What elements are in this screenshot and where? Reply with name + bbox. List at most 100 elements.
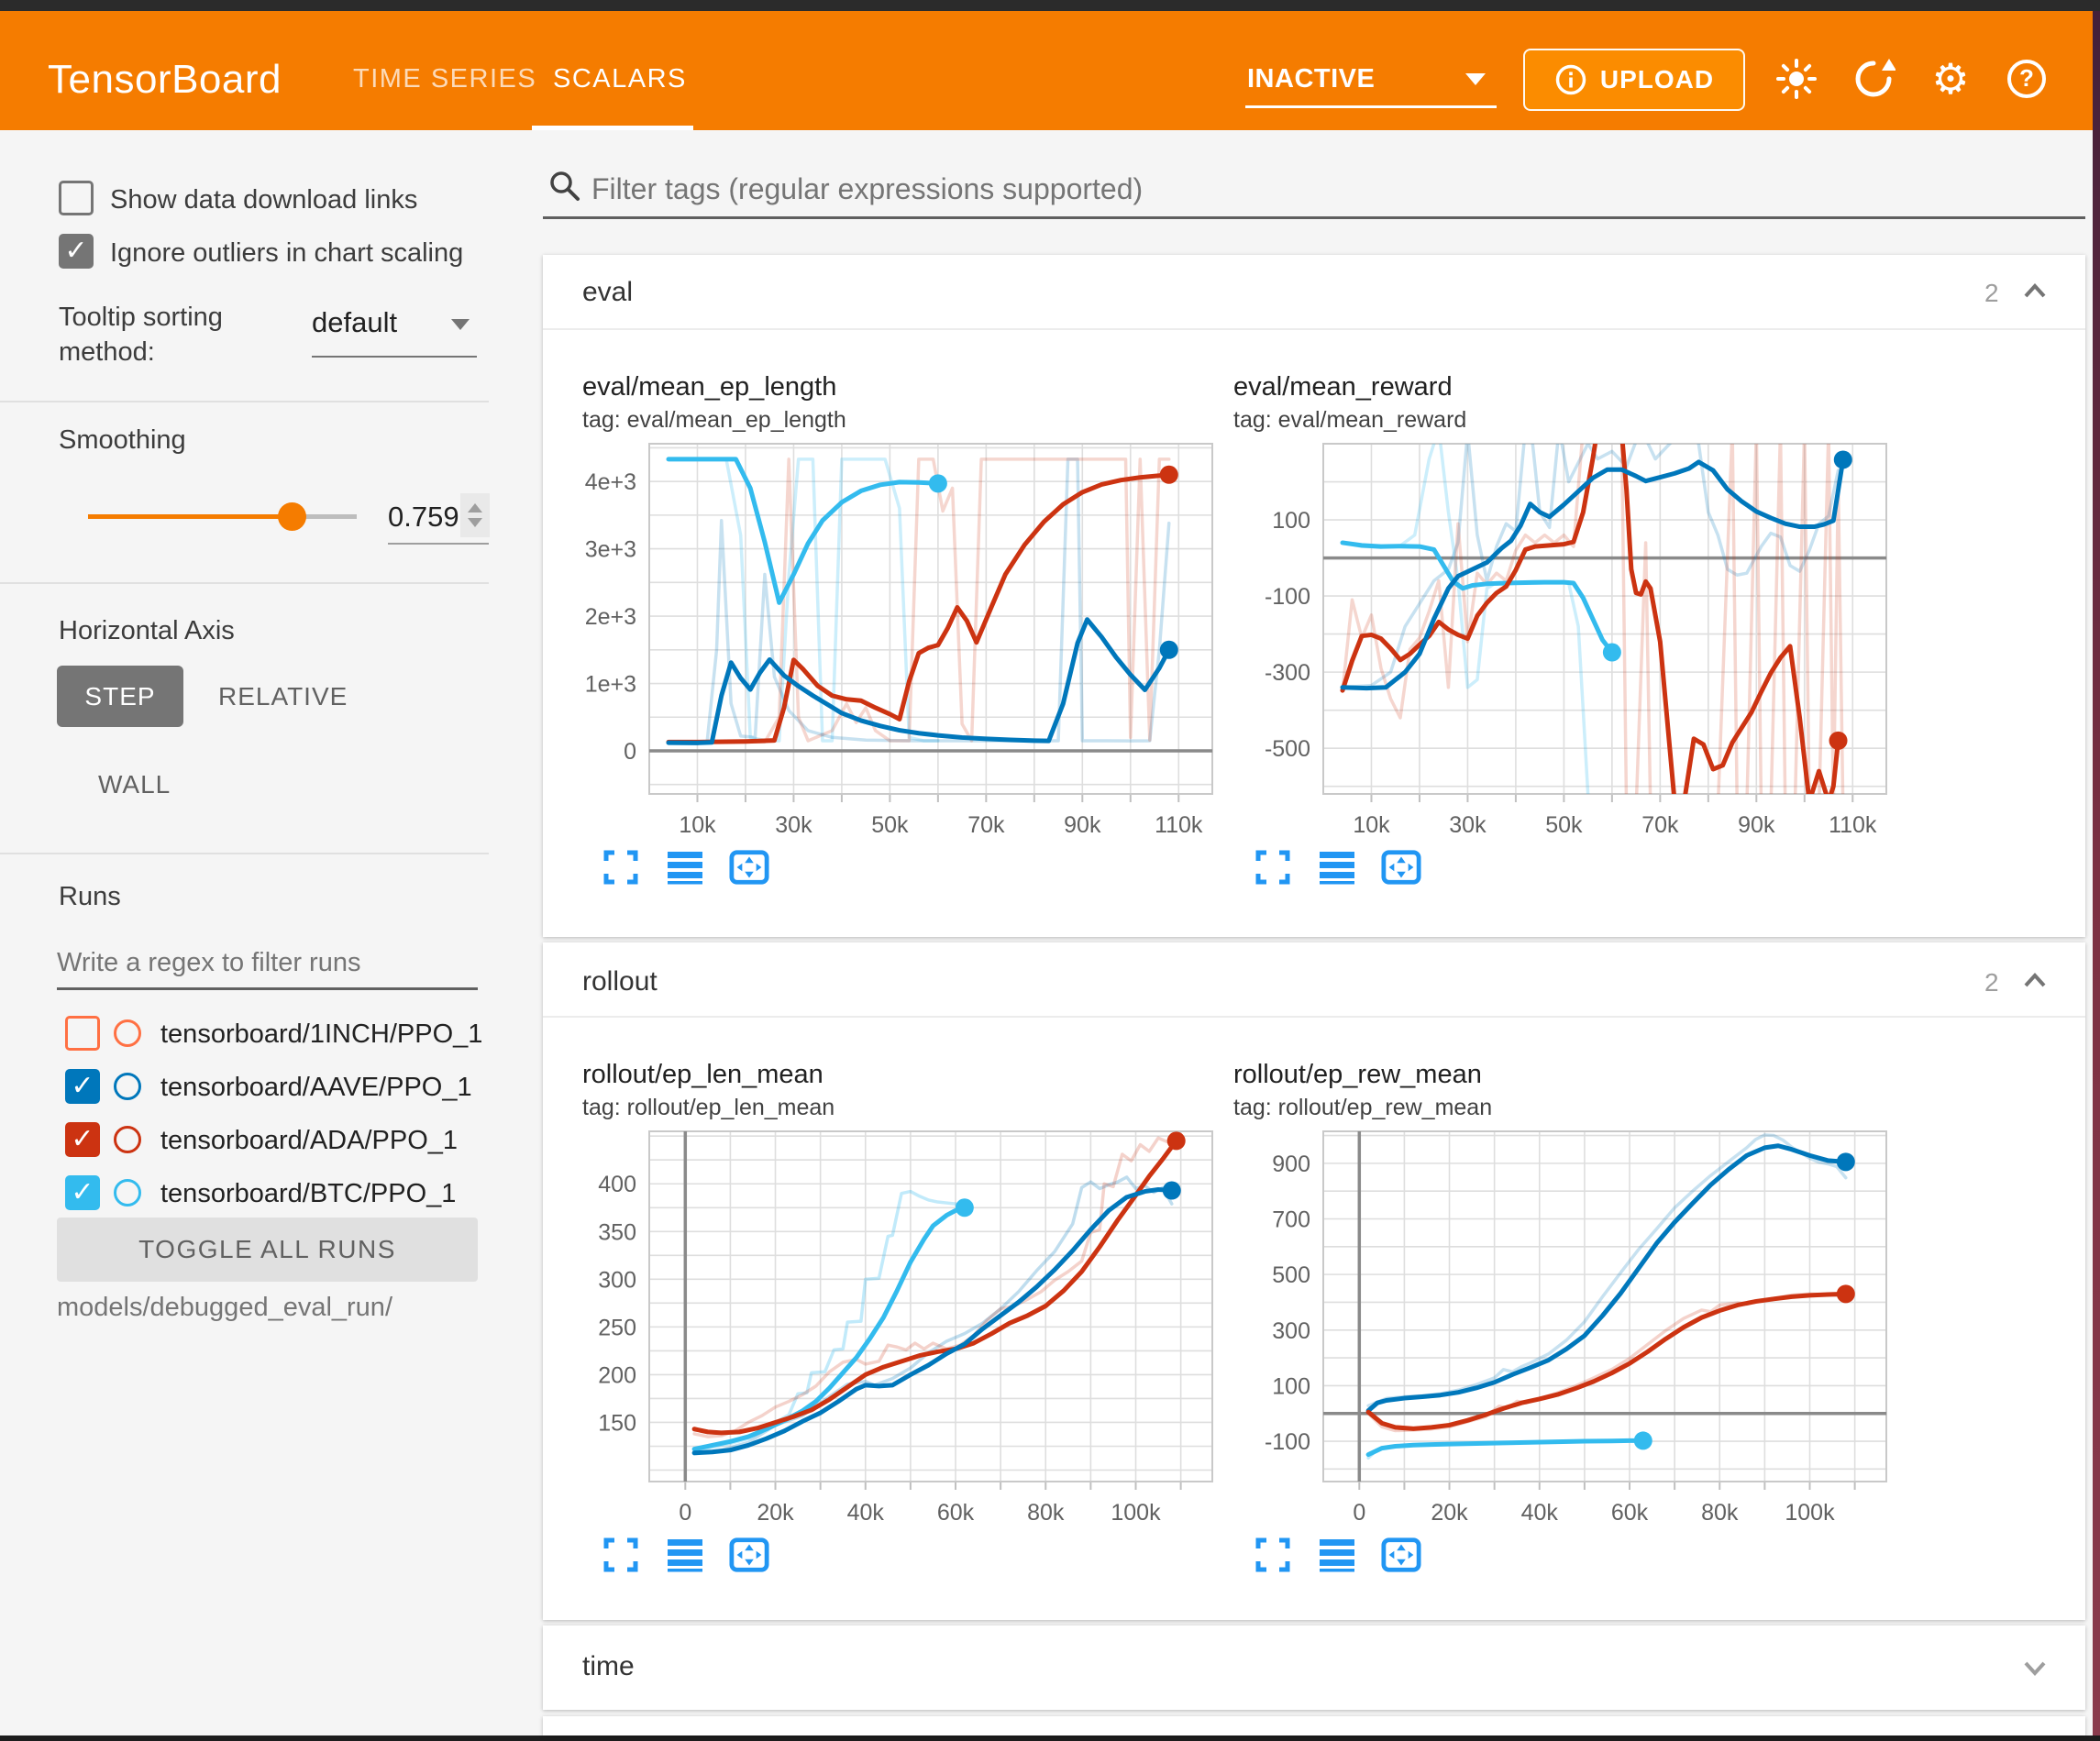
- runs-filter-underline: [57, 987, 478, 990]
- chart-title: eval/mean_reward: [1233, 372, 1453, 402]
- svg-text:-100: -100: [1265, 584, 1310, 610]
- svg-text:150: 150: [598, 1410, 636, 1436]
- chart-title: rollout/ep_rew_mean: [1233, 1060, 1482, 1090]
- window-top-border: [0, 0, 2100, 11]
- svg-text:90k: 90k: [1738, 812, 1775, 838]
- ignore-outliers-checkbox[interactable]: ✓: [59, 234, 94, 269]
- next-section-card-partial: [543, 1716, 2085, 1735]
- svg-text:700: 700: [1272, 1207, 1310, 1233]
- settings-sidebar: Show data download links ✓ Ignore outlie…: [0, 130, 495, 1735]
- upload-status-dropdown[interactable]: INACTIVE: [1247, 64, 1375, 94]
- fit-to-domain-icon[interactable]: [1381, 847, 1421, 887]
- tag-filter-underline: [543, 216, 2085, 219]
- run-checkbox-ada[interactable]: ✓: [65, 1122, 100, 1157]
- toggle-all-runs-button[interactable]: TOGGLE ALL RUNS: [57, 1218, 478, 1282]
- data-table-icon[interactable]: [665, 1535, 705, 1575]
- fullscreen-icon[interactable]: [601, 847, 641, 887]
- time-section-card: time: [543, 1625, 2085, 1710]
- run-color-swatch: [114, 1019, 141, 1047]
- refresh-icon[interactable]: [1851, 57, 1896, 101]
- data-table-icon[interactable]: [1317, 1535, 1357, 1575]
- fit-to-domain-icon[interactable]: [1381, 1535, 1421, 1575]
- chart-rollout-ep-rew-mean[interactable]: 020k40k60k80k100k-100100300500700900: [1236, 1124, 1900, 1543]
- tag-filter-input[interactable]: Filter tags (regular expressions support…: [591, 172, 1143, 206]
- run-checkbox-aave[interactable]: ✓: [65, 1069, 100, 1104]
- divider: [543, 328, 2085, 330]
- smoothing-value-stepper[interactable]: [460, 493, 490, 537]
- divider: [543, 1016, 2085, 1018]
- axis-relative-button[interactable]: RELATIVE: [218, 682, 348, 711]
- axis-wall-button[interactable]: WALL: [98, 770, 171, 799]
- chart-eval-mean-reward[interactable]: 10k30k50k70k90k110k100-100-300-500: [1236, 436, 1900, 855]
- svg-text:3e+3: 3e+3: [585, 537, 636, 563]
- svg-text:250: 250: [598, 1315, 636, 1340]
- svg-text:50k: 50k: [871, 812, 909, 838]
- svg-text:100k: 100k: [1111, 1500, 1161, 1526]
- brightness-icon[interactable]: [1774, 57, 1818, 101]
- select-underline: [312, 356, 477, 358]
- run-checkbox-1inch[interactable]: [65, 1016, 100, 1051]
- fit-to-domain-icon[interactable]: [729, 1535, 769, 1575]
- eval-section-title: eval: [582, 277, 633, 308]
- divider: [0, 582, 489, 584]
- help-icon[interactable]: ?: [2005, 57, 2049, 101]
- active-tab-indicator: [532, 126, 693, 130]
- collapse-chevron-up-icon[interactable]: [2015, 961, 2055, 1001]
- chart-tag: tag: eval/mean_ep_length: [582, 407, 846, 434]
- svg-text:40k: 40k: [1521, 1500, 1559, 1526]
- chevron-down-icon[interactable]: [1465, 73, 1486, 85]
- svg-text:200: 200: [598, 1362, 636, 1388]
- status-underline: [1245, 105, 1497, 108]
- svg-text:10k: 10k: [679, 812, 716, 838]
- run-label: tensorboard/BTC/PPO_1: [160, 1179, 456, 1209]
- smoothing-slider-handle[interactable]: [278, 502, 306, 531]
- chart-tag: tag: eval/mean_reward: [1233, 407, 1466, 434]
- run-color-swatch: [114, 1179, 141, 1207]
- upload-button-label: UPLOAD: [1600, 65, 1714, 94]
- smoothing-label: Smoothing: [59, 425, 186, 456]
- chart-tag: tag: rollout/ep_rew_mean: [1233, 1095, 1492, 1121]
- show-download-links-checkbox[interactable]: [59, 181, 94, 215]
- data-table-icon[interactable]: [665, 847, 705, 887]
- run-checkbox-btc[interactable]: ✓: [65, 1175, 100, 1210]
- eval-section-card: eval 2 eval/mean_ep_length tag: eval/mea…: [543, 255, 2085, 937]
- svg-text:70k: 70k: [1641, 812, 1679, 838]
- svg-text:20k: 20k: [757, 1500, 794, 1526]
- fullscreen-icon[interactable]: [1253, 847, 1293, 887]
- fit-to-domain-icon[interactable]: [729, 847, 769, 887]
- svg-text:500: 500: [1272, 1262, 1310, 1288]
- tooltip-sorting-label-line1: Tooltip sorting: [59, 303, 223, 333]
- run-label: tensorboard/ADA/PPO_1: [160, 1126, 458, 1156]
- runs-title: Runs: [59, 882, 121, 912]
- svg-text:80k: 80k: [1701, 1500, 1739, 1526]
- svg-text:4e+3: 4e+3: [585, 469, 636, 495]
- stepper-down-icon[interactable]: [468, 518, 482, 527]
- stepper-up-icon[interactable]: [468, 503, 482, 512]
- fullscreen-icon[interactable]: [1253, 1535, 1293, 1575]
- tab-time-series[interactable]: TIME SERIES: [353, 64, 536, 94]
- collapse-chevron-up-icon[interactable]: [2015, 271, 2055, 312]
- axis-step-button[interactable]: STEP: [57, 666, 183, 727]
- data-table-icon[interactable]: [1317, 847, 1357, 887]
- runs-filter-input[interactable]: Write a regex to filter runs: [57, 948, 360, 978]
- rollout-section-title: rollout: [582, 966, 658, 997]
- info-icon: [1554, 63, 1587, 96]
- expand-chevron-down-icon[interactable]: [2015, 1647, 2055, 1688]
- tooltip-sorting-select[interactable]: default: [312, 306, 397, 339]
- svg-text:2e+3: 2e+3: [585, 604, 636, 630]
- gear-icon[interactable]: ⚙: [1929, 57, 1973, 101]
- svg-text:50k: 50k: [1545, 812, 1583, 838]
- upload-button[interactable]: UPLOAD: [1523, 49, 1745, 111]
- svg-text:80k: 80k: [1027, 1500, 1065, 1526]
- tab-scalars[interactable]: SCALARS: [553, 64, 687, 94]
- svg-text:900: 900: [1272, 1151, 1310, 1177]
- chevron-down-icon[interactable]: [451, 319, 470, 330]
- svg-text:300: 300: [598, 1267, 636, 1293]
- fullscreen-icon[interactable]: [601, 1535, 641, 1575]
- chart-rollout-ep-len-mean[interactable]: 020k40k60k80k100k150200250300350400: [562, 1124, 1226, 1543]
- svg-text:0: 0: [624, 739, 636, 765]
- svg-text:0: 0: [1353, 1500, 1365, 1526]
- chart-eval-mean-ep-length[interactable]: 10k30k50k70k90k110k01e+32e+33e+34e+3: [562, 436, 1226, 855]
- smoothing-value-input[interactable]: 0.759: [388, 501, 457, 534]
- divider: [0, 853, 489, 854]
